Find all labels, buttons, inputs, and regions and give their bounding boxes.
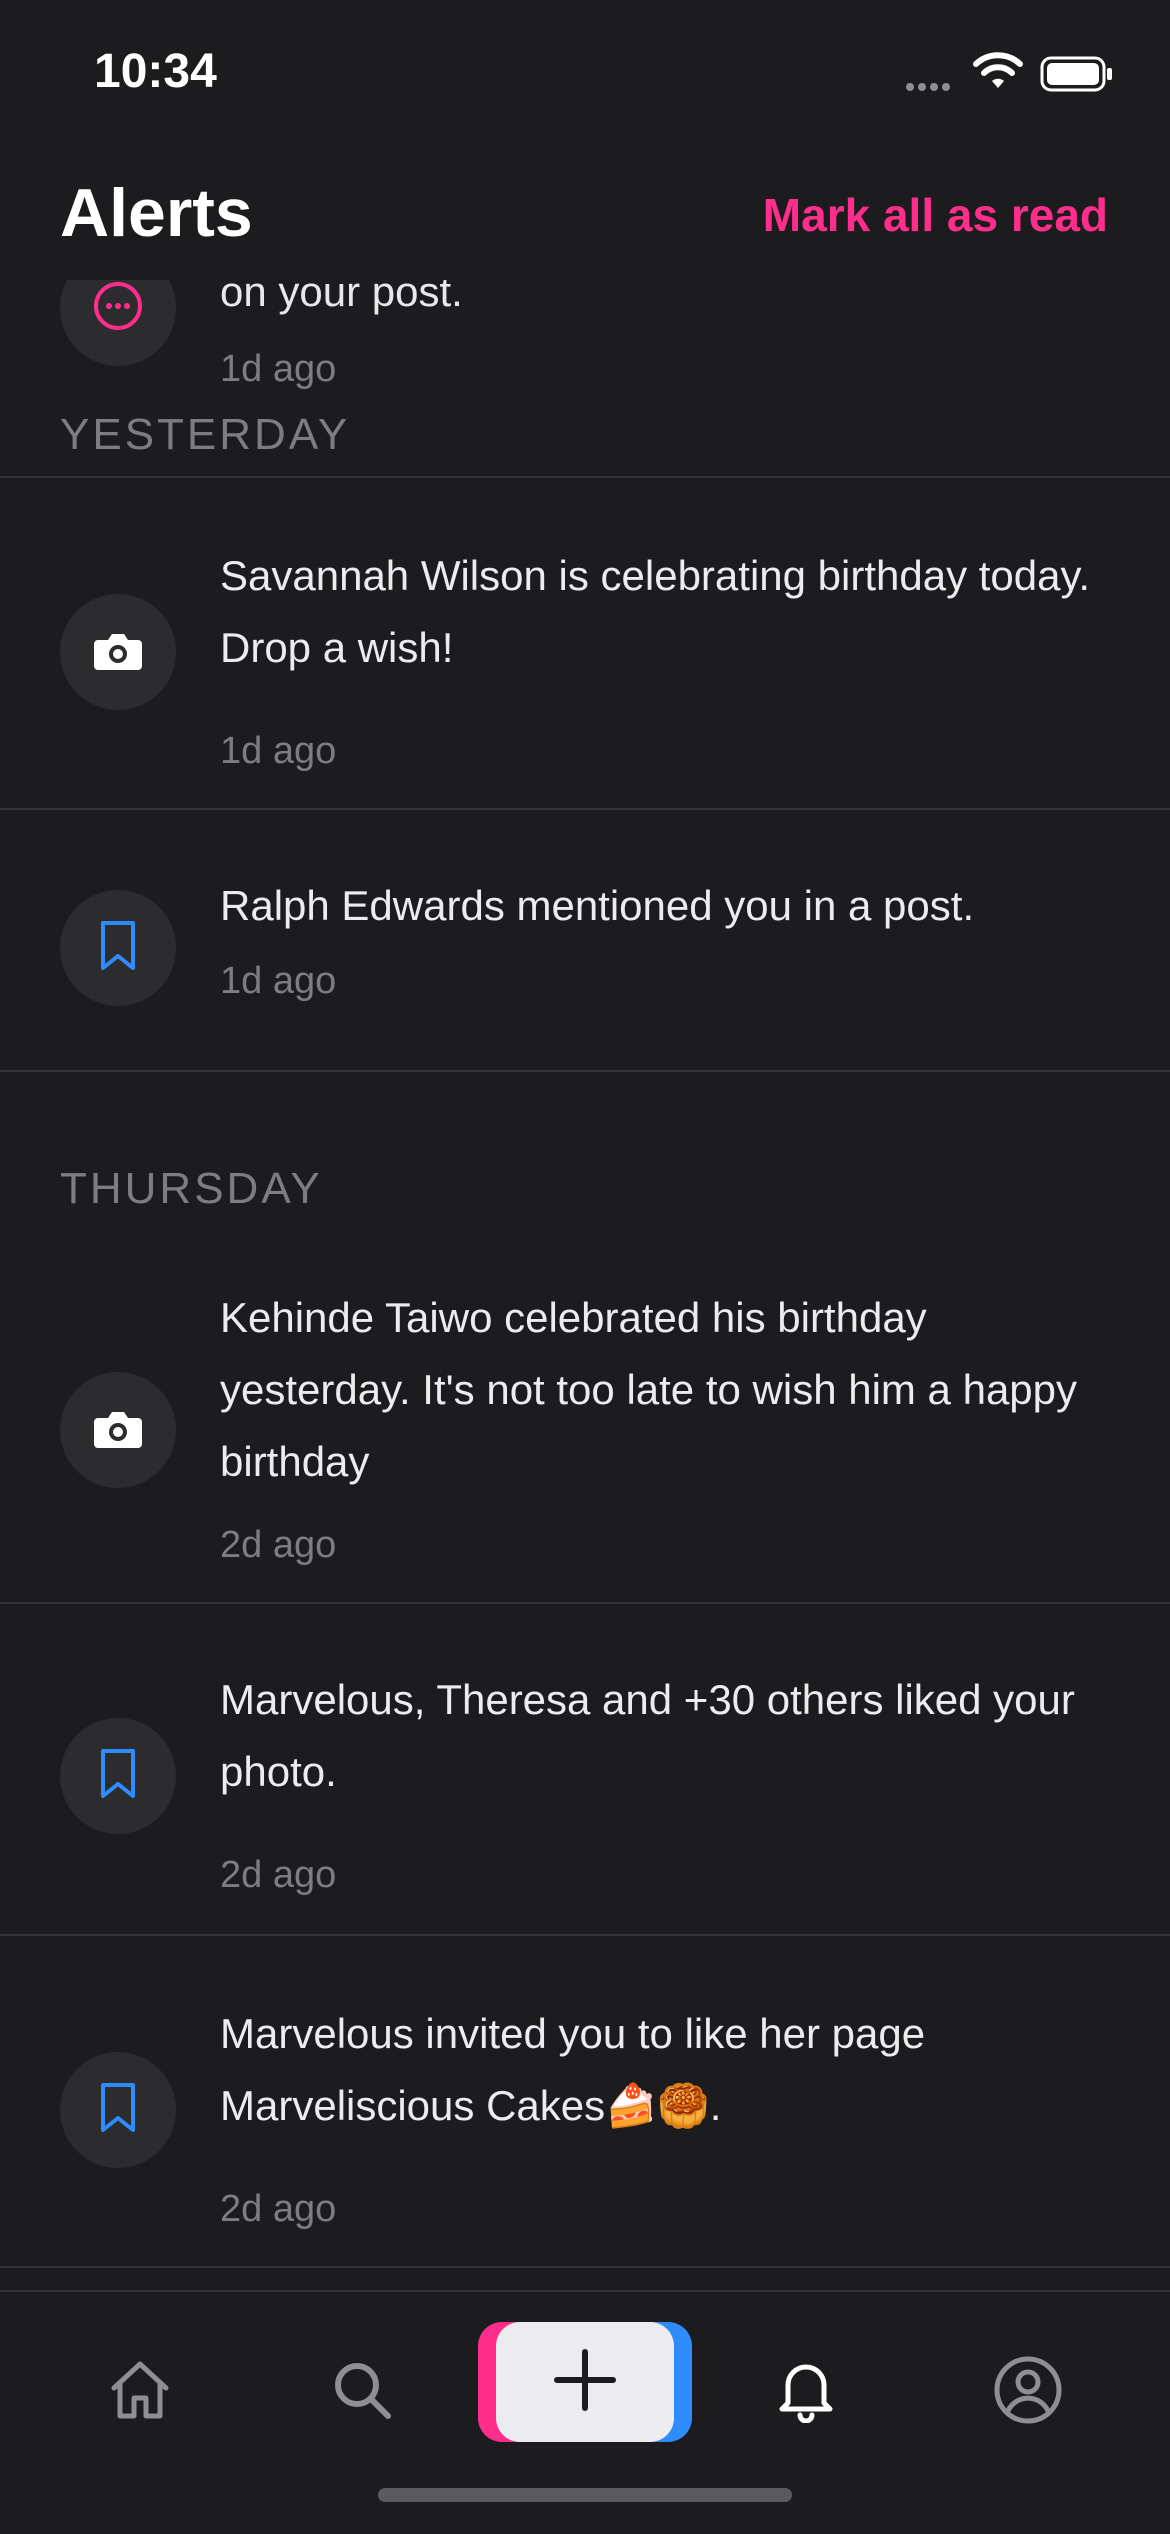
list-item[interactable]: on your post. 1d ago	[0, 280, 1170, 430]
profile-icon	[993, 2355, 1063, 2430]
status-bar: 10:34	[0, 0, 1170, 150]
avatar	[60, 594, 176, 710]
notification-time: 1d ago	[220, 730, 337, 772]
avatar	[60, 890, 176, 1006]
status-time: 10:34	[94, 45, 217, 98]
notification-text: Marvelous invited you to like her page M…	[220, 2010, 926, 2129]
add-button-face	[496, 2322, 674, 2442]
notification-text: on your post.	[220, 280, 463, 315]
tab-search[interactable]	[322, 2352, 402, 2432]
bookmark-icon	[98, 2082, 138, 2139]
list-item[interactable]: Savannah Wilson is celebrating birthday …	[0, 478, 1170, 810]
bookmark-icon	[98, 1748, 138, 1805]
mark-all-read-button[interactable]: Mark all as read	[763, 188, 1108, 242]
home-icon	[108, 2358, 172, 2427]
avatar	[60, 1372, 176, 1488]
tab-profile[interactable]	[988, 2352, 1068, 2432]
bookmark-icon	[98, 920, 138, 977]
notification-time: 2d ago	[220, 1524, 337, 1566]
notification-text: Kehinde Taiwo celebrated his birthday ye…	[220, 1294, 1078, 1485]
list-item[interactable]: Marvelous, Theresa and +30 others liked …	[0, 1604, 1170, 1936]
avatar	[60, 1718, 176, 1834]
notification-list[interactable]: on your post. 1d ago YESTERDAY Savannah …	[0, 280, 1170, 2290]
chat-bubble-icon	[90, 280, 146, 339]
add-icon	[553, 2348, 617, 2417]
search-icon	[330, 2358, 394, 2427]
notification-time: 2d ago	[220, 1854, 337, 1896]
notification-time: 2d ago	[220, 2188, 337, 2230]
notification-time: 1d ago	[220, 348, 337, 390]
tab-home[interactable]	[100, 2352, 180, 2432]
list-item[interactable]: Kehinde Taiwo celebrated his birthday ye…	[0, 1262, 1170, 1604]
notification-text: Marvelous, Theresa and +30 others liked …	[220, 1676, 1075, 1795]
section-label-thursday: THURSDAY	[60, 1164, 323, 1213]
add-button[interactable]	[478, 2322, 692, 2442]
avatar	[60, 2052, 176, 2168]
notification-time: 1d ago	[220, 960, 337, 1002]
avatar	[60, 280, 176, 366]
camera-icon	[92, 628, 144, 677]
section-label-yesterday: YESTERDAY	[60, 410, 351, 459]
battery-icon	[1040, 56, 1114, 97]
home-indicator[interactable]	[378, 2488, 792, 2502]
bell-icon	[774, 2357, 838, 2428]
notification-text: Ralph Edwards mentioned you in a post.	[220, 882, 975, 929]
tab-notifications[interactable]	[766, 2352, 846, 2432]
list-item[interactable]: Ralph Edwards mentioned you in a post. 1…	[0, 810, 1170, 1072]
signal-icon	[906, 78, 954, 96]
wifi-icon	[972, 52, 1024, 97]
list-item[interactable]: Marvelous invited you to like her page M…	[0, 1936, 1170, 2268]
header: Alerts Mark all as read	[0, 160, 1170, 270]
notification-text: Savannah Wilson is celebrating birthday …	[220, 552, 1091, 671]
camera-icon	[92, 1406, 144, 1455]
page-title: Alerts	[60, 175, 253, 251]
